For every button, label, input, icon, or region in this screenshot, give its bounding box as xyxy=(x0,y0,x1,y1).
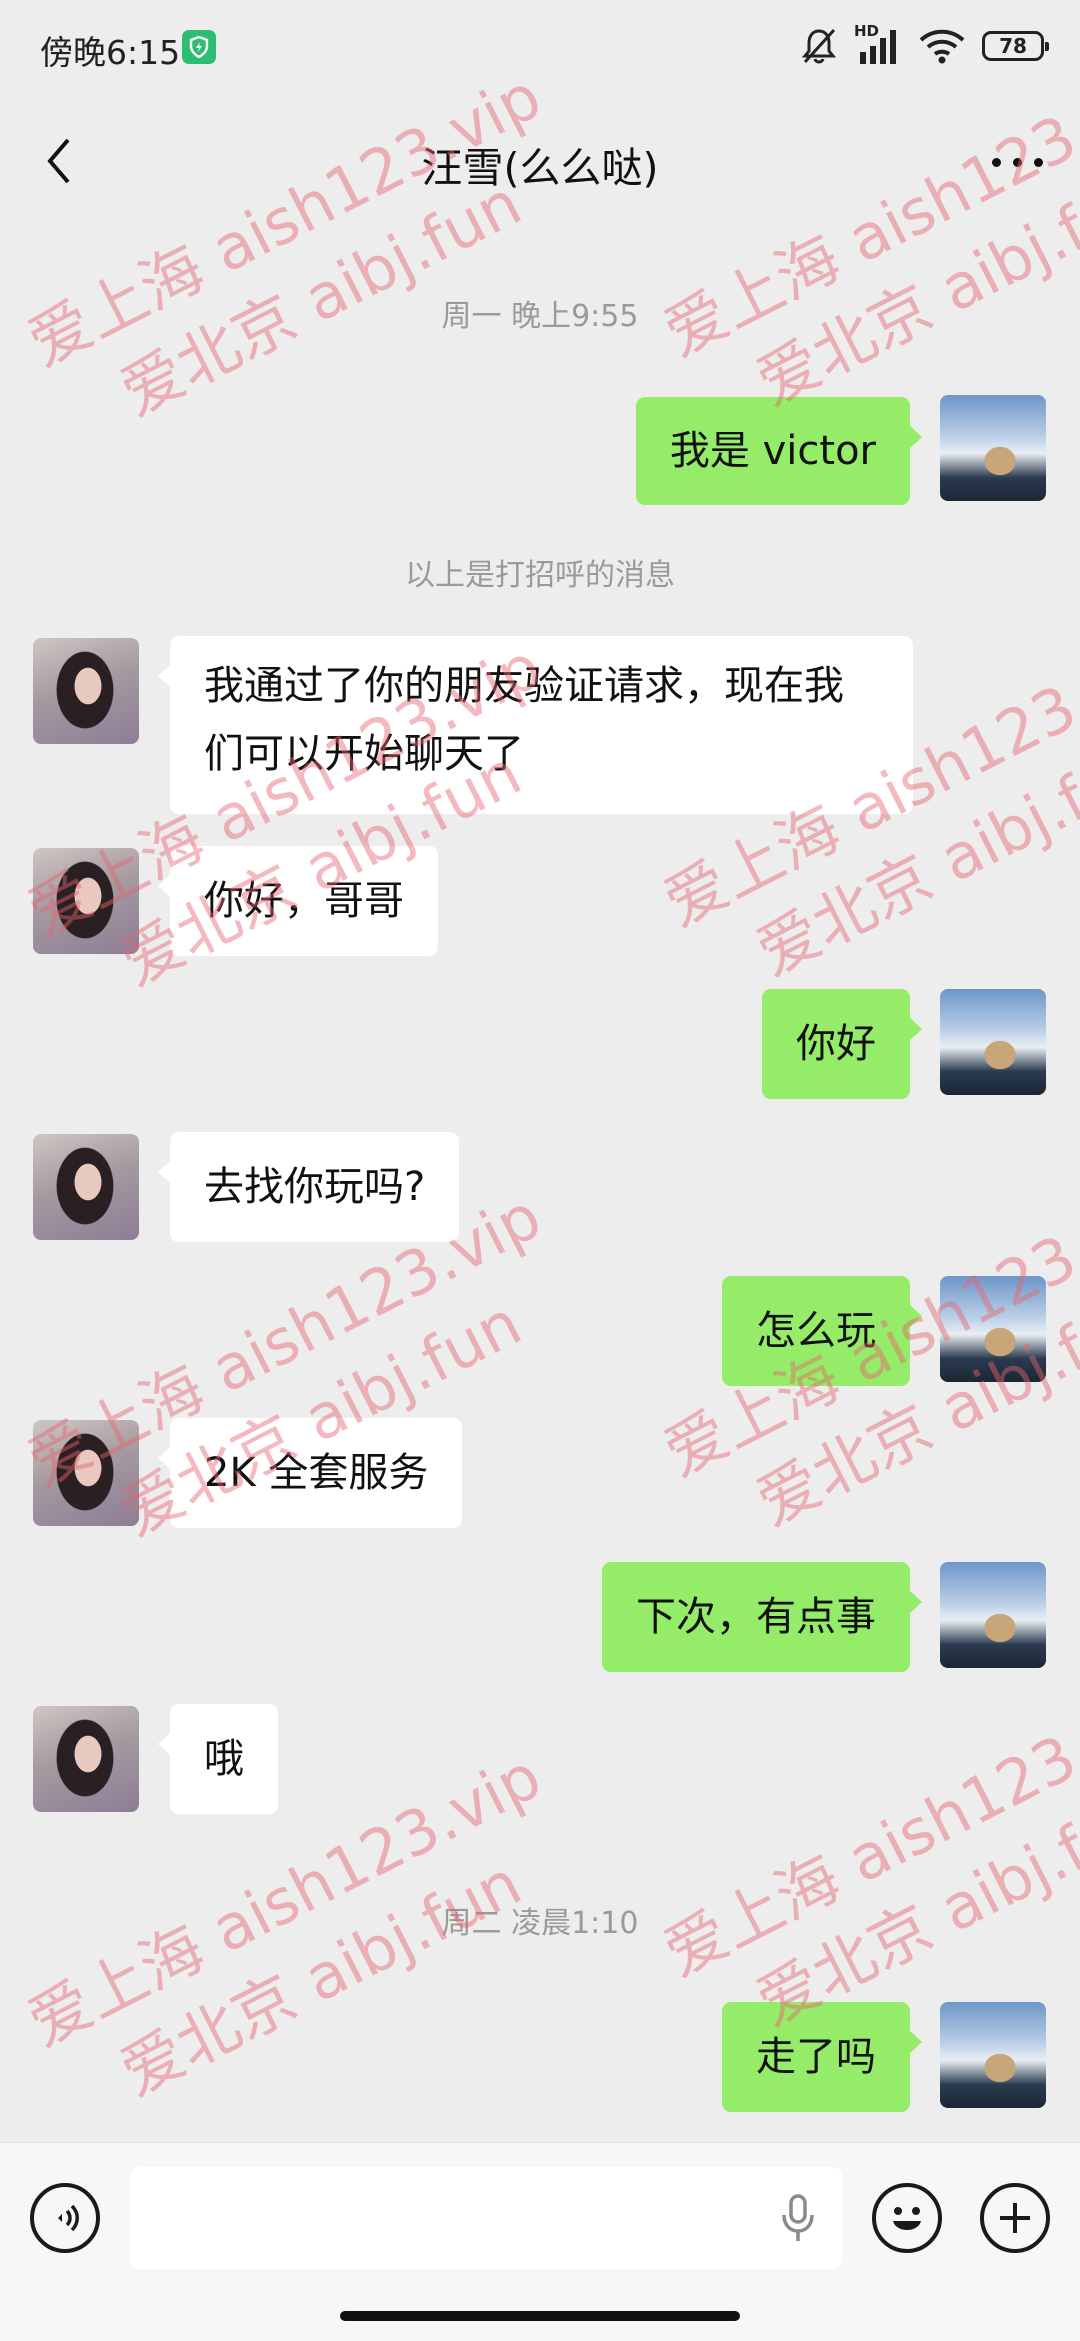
received-message[interactable]: 哦 xyxy=(158,1704,278,1814)
status-bar: 傍晚6:15 HD 78 xyxy=(0,0,1080,96)
timestamp: 周一 晚上9:55 xyxy=(441,299,639,334)
battery-level: 78 xyxy=(999,34,1027,58)
more-dots-icon xyxy=(992,158,1001,167)
signal-icon: HD xyxy=(854,22,902,66)
timestamp: 周二 凌晨1:10 xyxy=(441,1906,639,1941)
sent-message[interactable]: 我是 victor xyxy=(635,397,923,505)
contact-avatar[interactable] xyxy=(33,848,139,954)
my-avatar[interactable] xyxy=(940,1562,1046,1668)
watermark-line: 爱上海 aish123.vip xyxy=(652,1669,1080,1991)
microphone-icon[interactable] xyxy=(778,2193,818,2245)
chat-header: 汪雪(么么哒) xyxy=(0,96,1080,226)
my-avatar[interactable] xyxy=(940,2002,1046,2108)
plus-icon xyxy=(1000,2203,1030,2233)
received-message[interactable]: 2K 全套服务 xyxy=(157,1418,463,1528)
contact-avatar[interactable] xyxy=(33,1420,139,1526)
status-time: 傍晚6:15 xyxy=(40,33,181,72)
add-button[interactable] xyxy=(980,2183,1050,2253)
message-input[interactable] xyxy=(130,2167,842,2269)
received-message[interactable]: 你好，哥哥 xyxy=(158,846,438,956)
watermark-line: 爱北京 aibj.fun xyxy=(109,1846,533,2110)
emoji-button[interactable] xyxy=(872,2183,942,2253)
contact-avatar[interactable] xyxy=(33,1706,139,1812)
sent-message[interactable]: 你好 xyxy=(762,989,922,1099)
sent-message[interactable]: 走了吗 xyxy=(722,2002,922,2112)
received-message[interactable]: 我通过了你的朋友验证请求，现在我们可以开始聊天了 xyxy=(158,636,913,814)
sent-message[interactable]: 下次，有点事 xyxy=(602,1562,922,1672)
system-notice: 以上是打招呼的消息 xyxy=(405,558,675,593)
chat-title: 汪雪(么么哒) xyxy=(421,144,659,192)
security-shield-icon xyxy=(182,30,216,64)
voice-button[interactable] xyxy=(30,2183,100,2253)
voice-icon xyxy=(58,2204,79,2232)
my-avatar[interactable] xyxy=(940,989,1046,1095)
sent-message[interactable]: 怎么玩 xyxy=(722,1276,922,1386)
my-avatar[interactable] xyxy=(940,395,1046,501)
contact-avatar[interactable] xyxy=(33,638,139,744)
contact-avatar[interactable] xyxy=(33,1134,139,1240)
more-options-button[interactable] xyxy=(982,136,1052,186)
status-icons: HD 78 xyxy=(800,22,1049,68)
my-avatar[interactable] xyxy=(940,1276,1046,1382)
input-bar xyxy=(0,2142,1080,2341)
received-message[interactable]: 去找你玩吗? xyxy=(157,1132,460,1242)
battery-icon: 78 xyxy=(982,31,1049,61)
mute-bell-icon xyxy=(801,28,837,64)
emoji-icon xyxy=(893,2207,921,2230)
home-indicator[interactable] xyxy=(340,2311,740,2321)
wifi-icon xyxy=(919,29,965,64)
